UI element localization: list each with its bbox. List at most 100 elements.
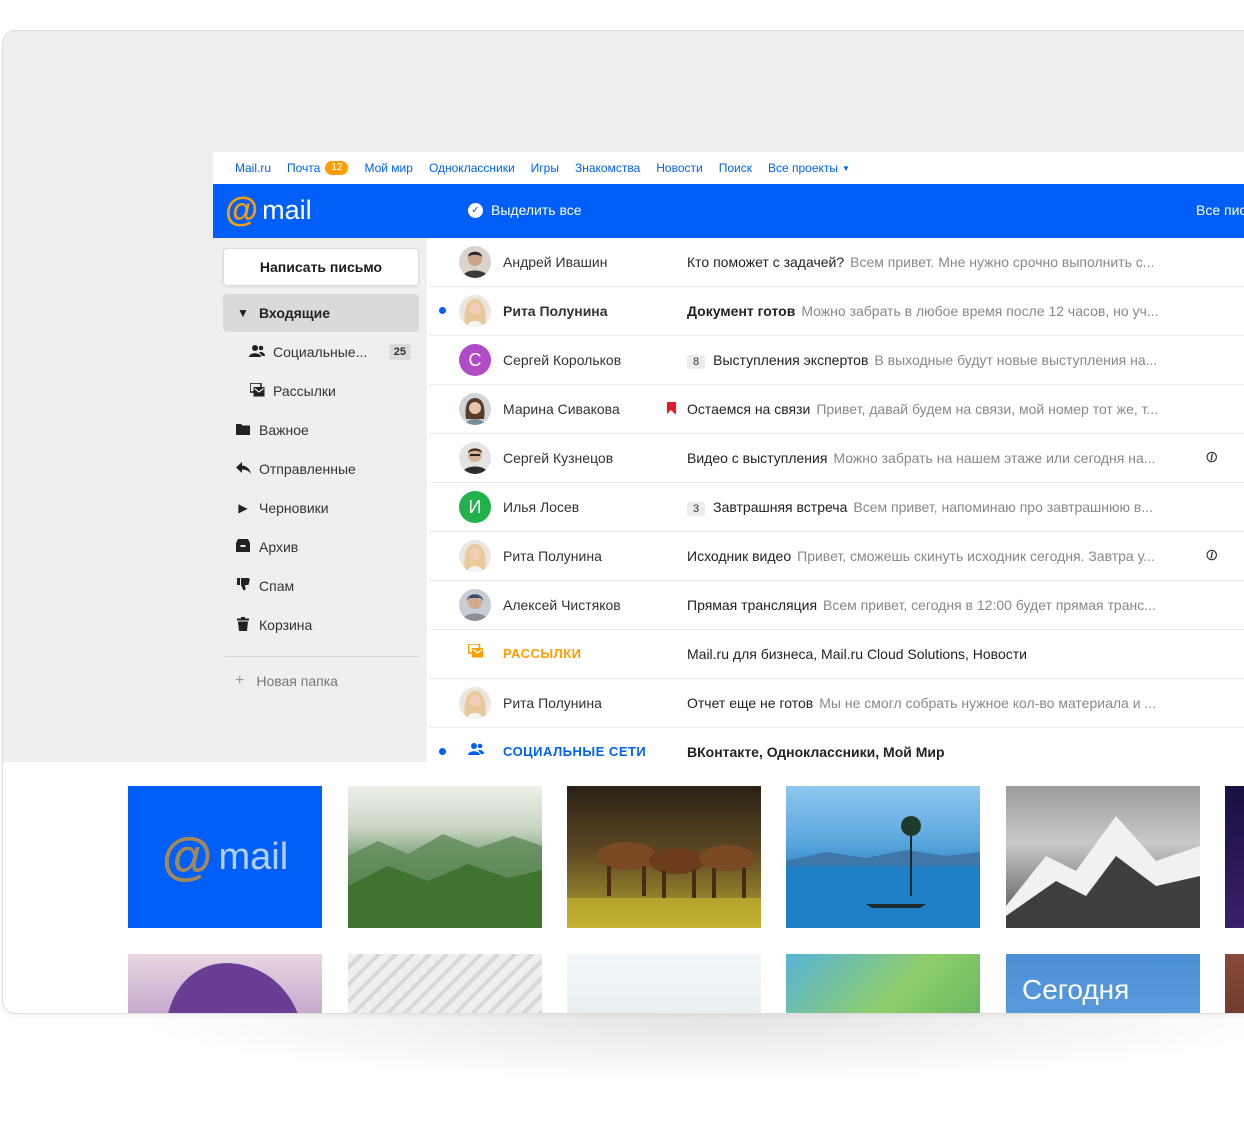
at-logo-icon: @ [225, 191, 259, 229]
theme-thumb-today[interactable]: Сегодня [1006, 954, 1200, 1013]
message-row[interactable]: Рита Полунина Документ готов Можно забрат… [429, 287, 1244, 336]
message-subject: Документ готов [687, 303, 796, 319]
portal-link-mail-label: Почта [287, 161, 321, 175]
theme-thumb-mail-logo[interactable]: @ mail [128, 786, 322, 928]
unread-dot-icon[interactable] [439, 307, 446, 314]
message-subject-line: ВКонтакте, Одноклассники, Мой Мир [687, 744, 1187, 760]
portal-link-dating[interactable]: Знакомства [575, 161, 640, 175]
avatar [459, 246, 491, 278]
portal-link-ok[interactable]: Одноклассники [429, 161, 515, 175]
attachment-icon[interactable]: ⊘ [1200, 445, 1223, 469]
message-row[interactable]: С Сергей Корольков 8 Выступления эксперто… [429, 336, 1244, 385]
message-subject: Видео с выступления [687, 450, 828, 466]
unread-dot-icon[interactable] [439, 748, 446, 755]
mail-logo[interactable]: @ mail [225, 193, 312, 227]
caret-down-icon: ▼ [237, 306, 249, 320]
thumbs-down-icon [235, 578, 251, 594]
sidebar-divider [225, 656, 419, 657]
message-snippet: Всем привет, напоминаю про завтрашнюю в.… [853, 499, 1154, 515]
message-subject: Остаемся на связи [687, 401, 811, 417]
message-row[interactable]: Алексей Чистяков Прямая трансляция Всем п… [429, 581, 1244, 630]
theme-thumb-gradient[interactable] [786, 954, 980, 1013]
sender-name: Алексей Чистяков [503, 597, 621, 613]
portal-link-mailru[interactable]: Mail.ru [235, 161, 271, 175]
sidebar: Написать письмо ▼ Входящие Социальные...… [213, 238, 427, 762]
portal-link-moymir[interactable]: Мой мир [364, 161, 412, 175]
bookmark-flag-icon[interactable] [667, 402, 676, 414]
message-subject-line: Прямая трансляция Всем привет, сегодня в … [687, 597, 1187, 613]
message-row[interactable]: Рита Полунина Исходник видео Привет, смож… [429, 532, 1244, 581]
newsletter-icon [248, 381, 265, 400]
compose-button[interactable]: Написать письмо [223, 248, 419, 286]
plus-icon: + [235, 672, 245, 689]
message-subject: Выступления экспертов [713, 352, 869, 368]
message-snippet: Всем привет. Мне нужно срочно выполнить … [850, 254, 1155, 270]
portal-link-mail[interactable]: Почта 12 [287, 161, 349, 175]
message-subject: Прямая трансляция [687, 597, 818, 613]
message-subject: Кто поможет с задачей? [687, 254, 845, 270]
message-row[interactable]: Рита Полунина Отчет еще не готов Мы не см… [429, 679, 1244, 728]
all-letters-button[interactable]: Все пис [1196, 202, 1244, 218]
reply-icon [235, 461, 251, 477]
message-row[interactable]: И Илья Лосев 3 Завтрашняя встреча Всем при… [429, 483, 1244, 532]
message-snippet: Привет, сможешь скинуть исходник сегодня… [797, 548, 1155, 564]
portal-link-search[interactable]: Поиск [719, 161, 752, 175]
folder-archive[interactable]: Архив [223, 528, 419, 566]
message-snippet: Мы не смогл собрать нужное кол-во матери… [819, 695, 1157, 711]
avatar [459, 589, 491, 621]
portal-link-all-projects[interactable]: Все проекты ▼ [768, 161, 850, 175]
newsletters-group-row[interactable]: РАССЫЛКИ Mail.ru для бизнеса, Mail.ru Cl… [429, 630, 1244, 679]
folder-label: Важное [259, 422, 309, 438]
sender-name: Рита Полунина [503, 695, 602, 711]
message-subject-line: Исходник видео Привет, сможешь скинуть ис… [687, 548, 1187, 564]
mail-body: Написать письмо ▼ Входящие Социальные...… [213, 238, 1244, 777]
message-subject-line: Кто поможет с задачей? Всем привет. Мне н… [687, 254, 1187, 270]
folder-inbox[interactable]: ▼ Входящие [223, 294, 419, 332]
avatar [459, 393, 491, 425]
trash-icon [235, 616, 251, 634]
folder-icon [235, 423, 251, 438]
mail-app: Mail.ru Почта 12 Мой мир Одноклассники Иг… [213, 152, 1244, 777]
theme-thumb-abstract[interactable] [348, 954, 542, 1013]
theme-thumb-night[interactable] [1225, 786, 1244, 928]
theme-thumb-sky[interactable] [567, 954, 761, 1013]
folder-important[interactable]: Важное [223, 411, 419, 449]
message-subject: Отчет еще не готов [687, 695, 814, 711]
newsletter-icon [467, 643, 485, 662]
message-row[interactable]: Андрей Ивашин Кто поможет с задачей? Всем… [429, 238, 1244, 287]
message-snippet: Можно забрать в любое время после 12 час… [801, 303, 1159, 319]
thread-count-badge: 3 [687, 502, 706, 516]
theme-thumb-lake[interactable] [786, 786, 980, 928]
theme-thumb-horses[interactable] [567, 786, 761, 928]
folder-newsletters[interactable]: Рассылки [223, 372, 419, 410]
unread-count-badge: 25 [388, 344, 411, 360]
logo-text: mail [262, 194, 312, 225]
theme-thumb-dark[interactable] [1225, 954, 1244, 1013]
folder-trash[interactable]: Корзина [223, 606, 419, 644]
message-row[interactable]: Марина Сивакова Остаемся на связи Привет,… [429, 385, 1244, 434]
avatar: С [459, 344, 491, 376]
folder-label: Спам [259, 578, 295, 594]
portal-link-games[interactable]: Игры [531, 161, 559, 175]
theme-thumb-hills[interactable] [348, 786, 542, 928]
portal-link-news[interactable]: Новости [656, 161, 702, 175]
message-row[interactable]: Сергей Кузнецов Видео с выступления Можно… [429, 434, 1244, 483]
sender-name: Рита Полунина [503, 303, 608, 319]
new-folder-button[interactable]: + Новая папка [235, 672, 338, 690]
sender-name: Сергей Корольков [503, 352, 622, 368]
folder-social[interactable]: Социальные... 25 [223, 333, 419, 371]
sender-name: Илья Лосев [503, 499, 580, 515]
theme-thumb-mountains[interactable] [1006, 786, 1200, 928]
theme-thumb-anime[interactable] [128, 954, 322, 1013]
theme-today-label: Сегодня [1022, 974, 1130, 1005]
folder-spam[interactable]: Спам [223, 567, 419, 605]
mail-count-badge: 12 [325, 161, 349, 175]
folder-label: Архив [259, 539, 299, 555]
sender-name: Андрей Ивашин [503, 254, 608, 270]
folder-drafts[interactable]: ▶ Черновики [223, 489, 419, 527]
message-subject-line: Документ готов Можно забрать в любое врем… [687, 303, 1187, 319]
folder-sent[interactable]: Отправленные [223, 450, 419, 488]
message-snippet: Можно забрать на нашем этаже или сегодня… [833, 450, 1156, 466]
select-all-button[interactable]: ✓ Выделить все [468, 202, 582, 218]
attachment-icon[interactable]: ⊘ [1200, 543, 1223, 567]
